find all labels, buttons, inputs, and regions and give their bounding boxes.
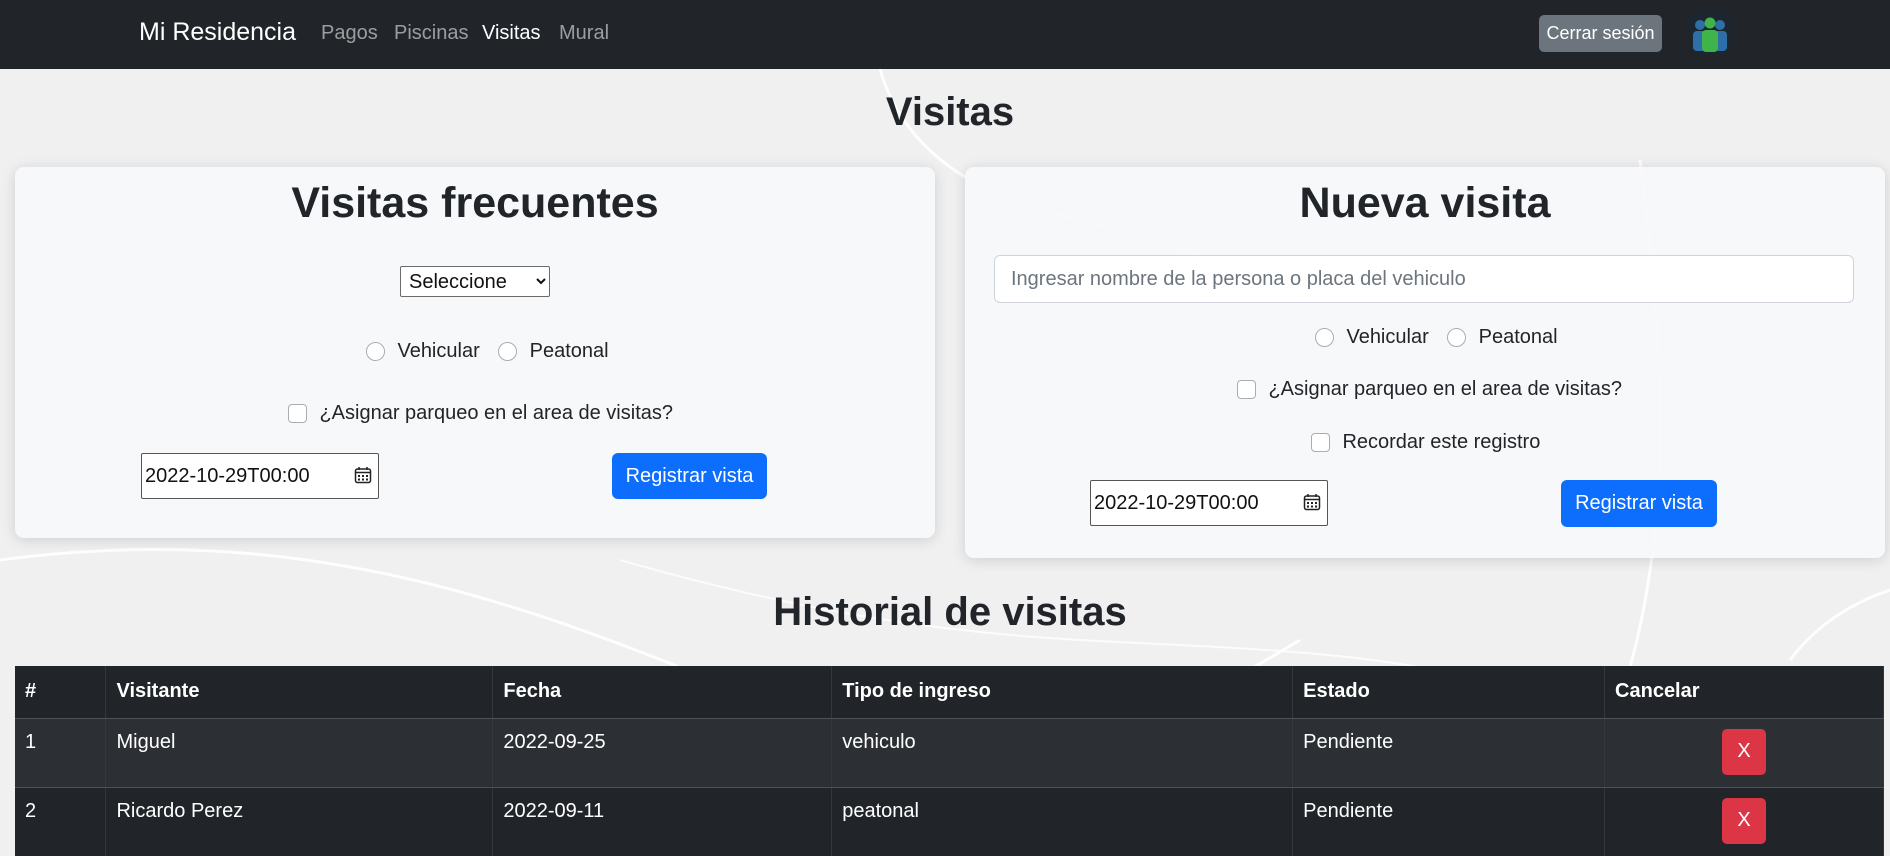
col-number-header: # bbox=[15, 666, 107, 719]
peatonal-radio[interactable] bbox=[498, 342, 518, 361]
page-title: Visitas bbox=[885, 90, 1015, 134]
new-visit-date-input[interactable]: 2022-10-29T00:00 bbox=[1090, 480, 1328, 526]
row-visitor: Miguel bbox=[105, 718, 494, 788]
row-date: 2022-09-11 bbox=[492, 787, 833, 856]
parking-label: ¿Asignar parqueo en el area de visitas? bbox=[319, 402, 673, 424]
col-date-header: Fecha bbox=[492, 666, 833, 719]
row-number: 1 bbox=[15, 718, 107, 788]
row-type: vehiculo bbox=[831, 718, 1294, 788]
parking-checkbox[interactable] bbox=[288, 404, 307, 423]
row-date: 2022-09-25 bbox=[492, 718, 833, 788]
nav-link-pagos[interactable]: Pagos bbox=[321, 22, 378, 45]
remember-checkbox[interactable] bbox=[1311, 433, 1330, 452]
frequent-date-input[interactable]: 2022-10-29T00:00 bbox=[141, 453, 379, 499]
row-visitor: Ricardo Perez bbox=[105, 787, 494, 856]
col-status-header: Estado bbox=[1292, 666, 1606, 719]
calendar-icon[interactable] bbox=[1303, 493, 1321, 511]
brand-link[interactable]: Mi Residencia bbox=[139, 18, 296, 47]
parking-checkbox[interactable] bbox=[1237, 380, 1256, 399]
row-cancel-cell: X bbox=[1604, 787, 1884, 856]
top-navbar: Mi Residencia Pagos Piscinas Visitas Mur… bbox=[0, 0, 1890, 69]
users-icon[interactable] bbox=[1690, 14, 1730, 54]
new-visit-card: Nueva visita Vehicular Peatonal ¿Asignar… bbox=[965, 167, 1885, 558]
row-number: 2 bbox=[15, 787, 107, 856]
history-title: Historial de visitas bbox=[773, 590, 1127, 634]
col-cancel-header: Cancelar bbox=[1604, 666, 1884, 719]
row-type: peatonal bbox=[831, 787, 1294, 856]
nav-link-piscinas[interactable]: Piscinas bbox=[394, 22, 468, 45]
frequent-visits-card: Visitas frecuentes Seleccione Vehicular … bbox=[15, 167, 935, 538]
vehicular-label: Vehicular bbox=[397, 340, 480, 362]
vehicular-radio[interactable] bbox=[1315, 328, 1334, 347]
new-visit-title: Nueva visita bbox=[1299, 179, 1551, 227]
date-value: 2022-10-29T00:00 bbox=[1094, 492, 1259, 514]
parking-label: ¿Asignar parqueo en el area de visitas? bbox=[1268, 378, 1622, 400]
row-status: Pendiente bbox=[1292, 718, 1606, 788]
col-visitor-header: Visitante bbox=[105, 666, 494, 719]
row-status: Pendiente bbox=[1292, 787, 1606, 856]
row-cancel-cell: X bbox=[1604, 718, 1884, 788]
date-value: 2022-10-29T00:00 bbox=[145, 465, 310, 487]
logout-button[interactable]: Cerrar sesión bbox=[1539, 15, 1662, 52]
history-table: # Visitante Fecha Tipo de ingreso Estado… bbox=[15, 666, 1884, 856]
peatonal-radio[interactable] bbox=[1447, 328, 1467, 347]
vehicular-label: Vehicular bbox=[1346, 326, 1429, 348]
nav-link-visitas[interactable]: Visitas bbox=[482, 22, 541, 45]
visitor-name-input[interactable] bbox=[994, 255, 1854, 303]
frequent-visitor-select[interactable]: Seleccione bbox=[400, 266, 550, 297]
cancel-visit-button[interactable]: X bbox=[1722, 797, 1767, 844]
table-row: 2 Ricardo Perez 2022-09-11 peatonal Pend… bbox=[15, 787, 1884, 856]
frequent-visits-title: Visitas frecuentes bbox=[291, 179, 659, 227]
col-type-header: Tipo de ingreso bbox=[831, 666, 1294, 719]
peatonal-label: Peatonal bbox=[529, 340, 609, 362]
remember-label: Recordar este registro bbox=[1342, 431, 1541, 453]
new-visit-register-button[interactable]: Registrar vista bbox=[1561, 480, 1717, 527]
frequent-register-button[interactable]: Registrar vista bbox=[612, 453, 767, 499]
calendar-icon[interactable] bbox=[354, 466, 372, 484]
peatonal-label: Peatonal bbox=[1478, 326, 1558, 348]
table-header-row: # Visitante Fecha Tipo de ingreso Estado… bbox=[15, 666, 1884, 719]
cancel-visit-button[interactable]: X bbox=[1722, 728, 1767, 775]
nav-link-mural[interactable]: Mural bbox=[559, 22, 609, 45]
vehicular-radio[interactable] bbox=[366, 342, 385, 361]
table-row: 1 Miguel 2022-09-25 vehiculo Pendiente X bbox=[15, 718, 1884, 788]
